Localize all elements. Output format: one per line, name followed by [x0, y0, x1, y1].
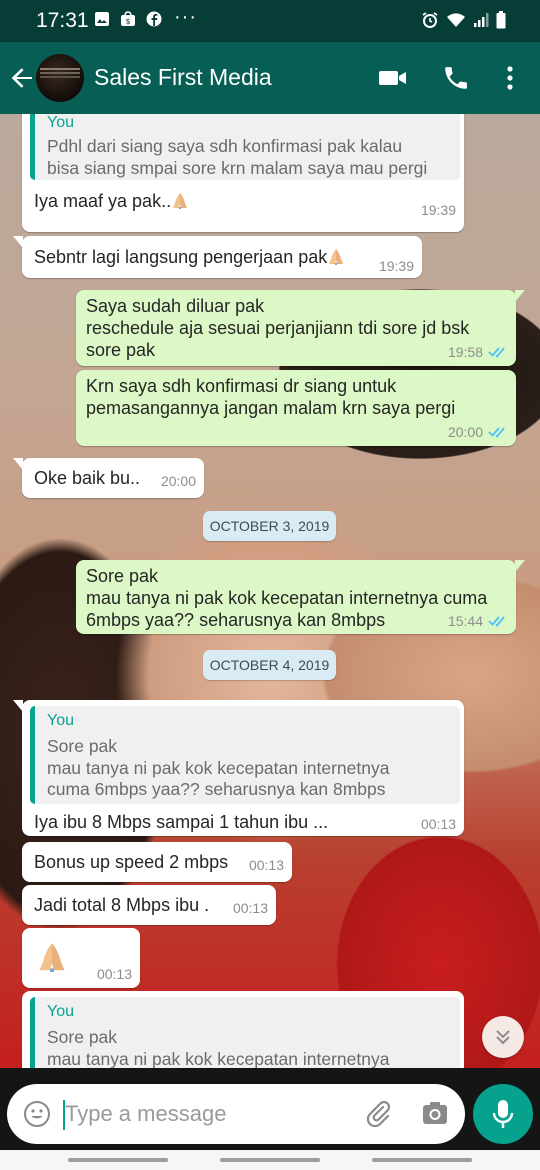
message-incoming[interactable]: Bonus up speed 2 mbps 00:13 [22, 842, 292, 882]
bubble-tail [13, 236, 23, 248]
message-text: Iya maaf ya pak.. [34, 190, 189, 212]
message-time: 20:00 [160, 473, 196, 489]
svg-text:$: $ [125, 17, 130, 26]
message-incoming[interactable]: You Pdhl dari siang saya sdh konfirmasi … [22, 114, 464, 232]
voice-record-button[interactable] [473, 1084, 533, 1144]
message-text: Bonus up speed 2 mbps [34, 852, 229, 872]
bubble-tail [13, 700, 23, 712]
scroll-down-icon [496, 1030, 510, 1045]
composer-bar: Type a message [0, 1068, 540, 1150]
status-bar: 17:31 $ ··· [0, 0, 540, 42]
message-text: Iya ibu 8 Mbps sampai 1 tahun ibu ... [34, 812, 329, 832]
status-right-icons [421, 10, 506, 30]
message-time: 19:39 [420, 202, 456, 218]
message-text: Jadi total 8 Mbps ibu . [34, 895, 210, 915]
quote-author: You [47, 114, 74, 131]
nav-back-gesture[interactable] [68, 1158, 168, 1162]
alarm-icon [422, 12, 438, 28]
message-outgoing[interactable]: Saya sudah diluar pak reschedule aja ses… [76, 290, 525, 366]
battery-icon [496, 11, 506, 29]
message-text: Saya sudah diluar pak reschedule aja ses… [86, 296, 470, 360]
message-text: Sebntr lagi langsung pengerjaan pak [34, 246, 345, 268]
read-ticks-icon [488, 347, 505, 358]
message-incoming[interactable]: 00:13 [22, 928, 140, 988]
back-arrow-icon[interactable] [8, 64, 36, 92]
wifi-icon [447, 13, 465, 27]
more-notifications: ··· [174, 6, 197, 28]
message-incoming[interactable]: Sebntr lagi langsung pengerjaan pak 19:3… [13, 236, 422, 278]
quote-author: You [47, 712, 74, 729]
status-time: 17:31 [36, 9, 89, 32]
bubble-tail [515, 290, 525, 302]
contact-avatar[interactable] [36, 54, 84, 102]
read-ticks-icon [488, 427, 505, 438]
video-call-icon[interactable] [378, 64, 408, 92]
attach-icon[interactable] [363, 1098, 393, 1128]
message-time: 00:13 [232, 900, 268, 916]
message-time: 19:58 [447, 344, 483, 360]
bubble-tail [13, 458, 23, 470]
message-input[interactable]: Type a message [65, 1101, 226, 1127]
message-incoming[interactable]: You Sore pak mau tanya ni pak kok kecepa… [13, 700, 464, 836]
folded-hands-emoji-icon [173, 193, 188, 209]
store-notification-icon: $ [121, 11, 135, 26]
message-incoming[interactable]: Oke baik bu.. 20:00 [13, 458, 204, 498]
message-time: 00:13 [248, 857, 284, 873]
message-time: 19:39 [378, 258, 414, 274]
quote-text: Sore pak mau tanya ni pak kok kecepatan … [47, 1027, 390, 1068]
gallery-notification-icon [95, 12, 109, 26]
camera-icon[interactable] [421, 1099, 449, 1127]
system-nav-bar [0, 1150, 540, 1170]
signal-icon [474, 13, 489, 27]
quote-author: You [47, 1003, 74, 1020]
quote-text: Sore pak mau tanya ni pak kok kecepatan … [47, 736, 390, 799]
chat-messages[interactable]: You Pdhl dari siang saya sdh konfirmasi … [0, 114, 540, 1068]
folded-hands-emoji-icon [39, 943, 65, 972]
contact-name[interactable]: Sales First Media [94, 64, 272, 91]
message-time: 00:13 [420, 816, 456, 832]
emoji-icon[interactable] [23, 1100, 51, 1128]
message-time: 00:13 [96, 966, 132, 982]
date-divider: OCTOBER 4, 2019 [203, 650, 336, 680]
message-text: Sore pak mau tanya ni pak kok kecepatan … [86, 566, 488, 630]
bubble-tail [515, 560, 525, 572]
scroll-down-button[interactable] [482, 1016, 524, 1058]
message-input-container[interactable]: Type a message [7, 1084, 465, 1144]
message-outgoing[interactable]: Krn saya sdh konfirmasi dr siang untuk p… [76, 370, 516, 446]
more-options-icon[interactable] [500, 64, 520, 92]
quoted-message[interactable]: You Sore pak mau tanya ni pak kok kecepa… [30, 706, 460, 804]
quote-text: Pdhl dari siang saya sdh konfirmasi pak … [47, 136, 428, 178]
nav-recents-gesture[interactable] [372, 1158, 472, 1162]
message-incoming[interactable]: You Sore pak mau tanya ni pak kok kecepa… [22, 991, 464, 1068]
quoted-message[interactable]: You Pdhl dari siang saya sdh konfirmasi … [30, 114, 460, 180]
voice-call-icon[interactable] [442, 64, 470, 92]
message-time: 15:44 [447, 613, 483, 629]
folded-hands-emoji-icon [329, 249, 344, 265]
message-time: 20:00 [447, 424, 483, 440]
message-incoming[interactable]: Jadi total 8 Mbps ibu . 00:13 [22, 885, 276, 925]
nav-home-gesture[interactable] [220, 1158, 320, 1162]
message-text: Oke baik bu.. [34, 468, 141, 488]
date-divider: OCTOBER 3, 2019 [203, 511, 336, 541]
chat-header: Sales First Media [0, 42, 540, 114]
facebook-notification-icon [146, 11, 162, 27]
quoted-message[interactable]: You Sore pak mau tanya ni pak kok kecepa… [30, 997, 460, 1068]
message-outgoing[interactable]: Sore pak mau tanya ni pak kok kecepatan … [76, 560, 525, 634]
read-ticks-icon [488, 616, 505, 627]
message-text: Krn saya sdh konfirmasi dr siang untuk p… [86, 376, 456, 418]
mic-icon [492, 1100, 514, 1128]
